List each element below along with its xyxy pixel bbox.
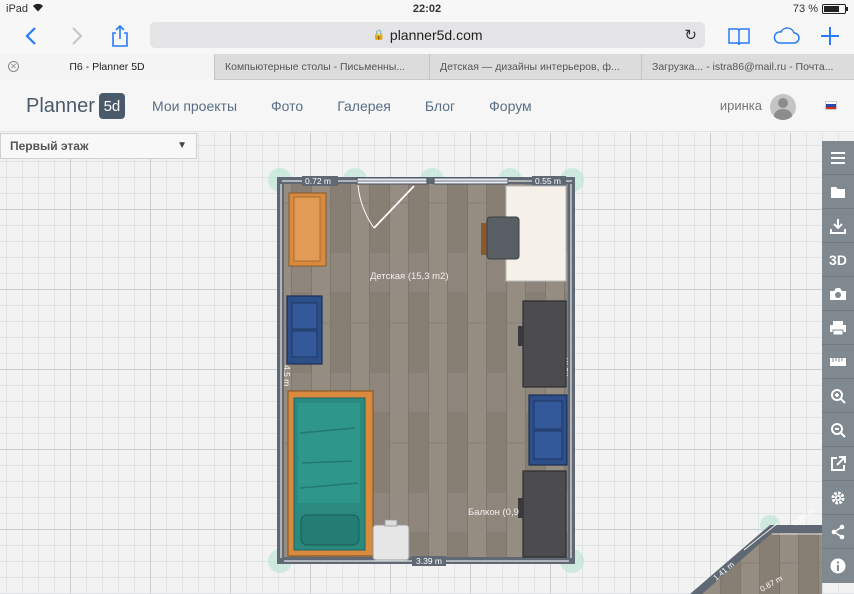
- forward-button[interactable]: [64, 22, 90, 50]
- bookmarks-button[interactable]: [725, 22, 753, 50]
- nav-gallery[interactable]: Галерея: [337, 98, 391, 114]
- zoom-out-button[interactable]: [822, 413, 854, 447]
- share-button[interactable]: [106, 22, 134, 50]
- nav-my-projects[interactable]: Мои проекты: [152, 98, 237, 114]
- share-icon: [112, 24, 128, 47]
- tool-panel: 3D: [822, 141, 854, 583]
- avatar[interactable]: [770, 94, 796, 120]
- desk-chair[interactable]: [481, 216, 520, 260]
- floor-select[interactable]: Первый этаж ▼: [0, 133, 197, 159]
- chevron-left-icon: [25, 27, 36, 45]
- external-link-icon: [831, 455, 846, 471]
- nightstand[interactable]: [372, 519, 410, 561]
- url-text: planner5d.com: [389, 27, 483, 43]
- battery-percent: 73 %: [792, 3, 818, 15]
- status-time: 22:02: [412, 3, 442, 15]
- language-flag-icon[interactable]: [825, 101, 837, 110]
- book-icon: [728, 28, 750, 46]
- back-button[interactable]: [18, 22, 44, 50]
- browser-toolbar: 🔒 planner5d.com ↻: [0, 18, 854, 54]
- tab-bar: ✕ П6 - Planner 5D Компьютерные столы - П…: [0, 54, 854, 80]
- bed[interactable]: [287, 390, 374, 557]
- lock-icon: 🔒: [372, 29, 385, 41]
- share-nodes-icon: [831, 524, 845, 539]
- tab-mail[interactable]: Загрузка... - istra86@mail.ru - Почта...: [641, 54, 854, 80]
- tab-label: Детская — дизайны интерьеров, ф...: [440, 61, 620, 73]
- zoom-in-button[interactable]: [822, 379, 854, 413]
- battery-icon: [822, 4, 848, 14]
- main-nav: Мои проекты Фото Галерея Блог Форум: [152, 98, 566, 114]
- ruler-icon: [830, 357, 846, 366]
- measure-button[interactable]: [822, 345, 854, 379]
- dimension-bottom: 3.39 m: [416, 556, 442, 566]
- nav-forum[interactable]: Форум: [489, 98, 532, 114]
- download-button[interactable]: [822, 209, 854, 243]
- blue-sofa-right[interactable]: [528, 394, 568, 466]
- camera-icon: [830, 287, 846, 300]
- dimension-top-right: 0.55 m: [535, 176, 561, 186]
- reload-icon[interactable]: ↻: [684, 26, 697, 44]
- open-project-button[interactable]: [822, 175, 854, 209]
- menu-icon: [831, 151, 845, 164]
- tab-label: П6 - Planner 5D: [69, 61, 145, 73]
- armchair[interactable]: [288, 192, 327, 267]
- nav-blog[interactable]: Блог: [425, 98, 455, 114]
- settings-icon: [831, 491, 845, 504]
- planner5d-logo[interactable]: Planner 5d: [26, 93, 125, 119]
- menu-button[interactable]: [822, 141, 854, 175]
- plus-icon: [821, 27, 839, 45]
- folder-icon: [831, 186, 845, 198]
- nav-photo[interactable]: Фото: [271, 98, 303, 114]
- info-button[interactable]: [822, 549, 854, 583]
- logo-text: Planner: [26, 94, 95, 117]
- dimension-top-left: 0.72 m: [305, 176, 331, 186]
- triangle-down-icon: ▼: [177, 140, 187, 151]
- open-external-button[interactable]: [822, 447, 854, 481]
- user-name[interactable]: иринка: [720, 98, 762, 113]
- dimension-balcony-a: 0.85 m: [791, 506, 816, 528]
- room-label[interactable]: Детская (15,3 m2): [370, 271, 448, 282]
- tab-kids-room[interactable]: Детская — дизайны интерьеров, ф...: [429, 54, 641, 80]
- tab-label: Загрузка... - istra86@mail.ru - Почта...: [652, 61, 834, 73]
- tab-planner[interactable]: ✕ П6 - Planner 5D: [0, 54, 214, 80]
- ios-status-bar: iPad 22:02 73 %: [0, 0, 854, 18]
- new-tab-button[interactable]: [816, 22, 844, 50]
- address-bar[interactable]: 🔒 planner5d.com ↻: [150, 22, 705, 48]
- app-header: Planner 5d Мои проекты Фото Галерея Блог…: [0, 80, 854, 132]
- blue-sofa-left[interactable]: [286, 295, 323, 365]
- settings-button[interactable]: [822, 481, 854, 515]
- dresser-right-bottom[interactable]: [518, 470, 567, 558]
- share-project-button[interactable]: [822, 515, 854, 549]
- close-tab-icon[interactable]: ✕: [8, 61, 19, 72]
- cloud-icon: [773, 27, 800, 44]
- cloud-tabs-button[interactable]: [770, 22, 802, 50]
- download-icon: [830, 218, 846, 234]
- balcony-label[interactable]: Балкон (0,9: [468, 507, 519, 518]
- floor-plan[interactable]: 0.72 m 0.55 m 3.39 m 4.5 m 4.5 m: [0, 133, 854, 594]
- balcony[interactable]: [690, 522, 822, 594]
- dimension-left: 4.5 m: [282, 365, 292, 386]
- dresser-right-top[interactable]: [518, 300, 567, 388]
- 3d-toggle[interactable]: 3D: [822, 243, 854, 277]
- zoom-out-icon: [831, 422, 846, 438]
- logo-badge: 5d: [98, 93, 125, 119]
- tab-desks[interactable]: Компьютерные столы - Письменны...: [214, 54, 429, 80]
- info-icon: [830, 558, 846, 574]
- snapshot-button[interactable]: [822, 277, 854, 311]
- zoom-in-icon: [831, 388, 846, 404]
- print-button[interactable]: [822, 311, 854, 345]
- print-icon: [830, 320, 846, 335]
- floor-select-value: Первый этаж: [10, 139, 89, 153]
- tab-label: Компьютерные столы - Письменны...: [225, 61, 406, 73]
- chevron-right-icon: [72, 27, 83, 45]
